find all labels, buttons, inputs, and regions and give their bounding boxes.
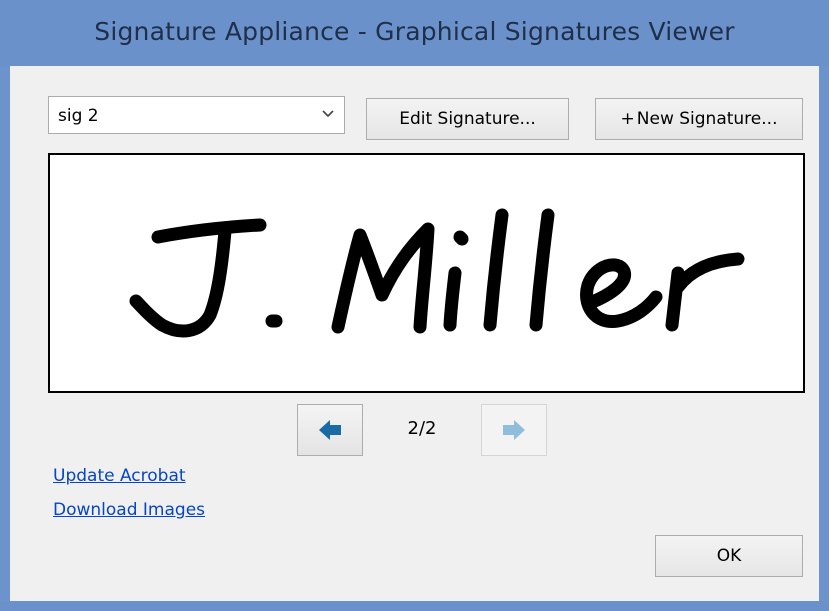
download-images-link[interactable]: Download Images [53, 500, 205, 520]
edit-signature-label: Edit Signature... [399, 109, 536, 129]
signature-select[interactable]: sig 2 [48, 96, 345, 134]
new-signature-label: New Signature... [636, 109, 778, 129]
page-counter: 2/2 [407, 418, 437, 439]
window-bottom-border [0, 601, 829, 611]
new-signature-button[interactable]: + New Signature... [595, 98, 803, 140]
title-bar[interactable]: Signature Appliance - Graphical Signatur… [0, 0, 829, 66]
signature-select-value: sig 2 [58, 106, 99, 126]
ok-button[interactable]: OK [655, 535, 803, 577]
previous-signature-button[interactable] [297, 404, 363, 456]
arrow-left-icon [319, 420, 341, 440]
dialog-window: Signature Appliance - Graphical Signatur… [0, 0, 829, 611]
update-acrobat-link[interactable]: Update Acrobat [53, 466, 186, 486]
signature-preview [48, 153, 805, 393]
chevron-down-icon [322, 110, 334, 118]
ok-label: OK [716, 546, 742, 566]
plus-icon: + [620, 109, 635, 129]
window-title: Signature Appliance - Graphical Signatur… [94, 17, 735, 46]
next-signature-button[interactable] [481, 404, 547, 456]
dialog-client-area: sig 2 Edit Signature... + New Signature.… [10, 66, 819, 601]
edit-signature-button[interactable]: Edit Signature... [366, 98, 569, 140]
arrow-right-icon [503, 420, 525, 440]
signature-image [129, 208, 745, 338]
